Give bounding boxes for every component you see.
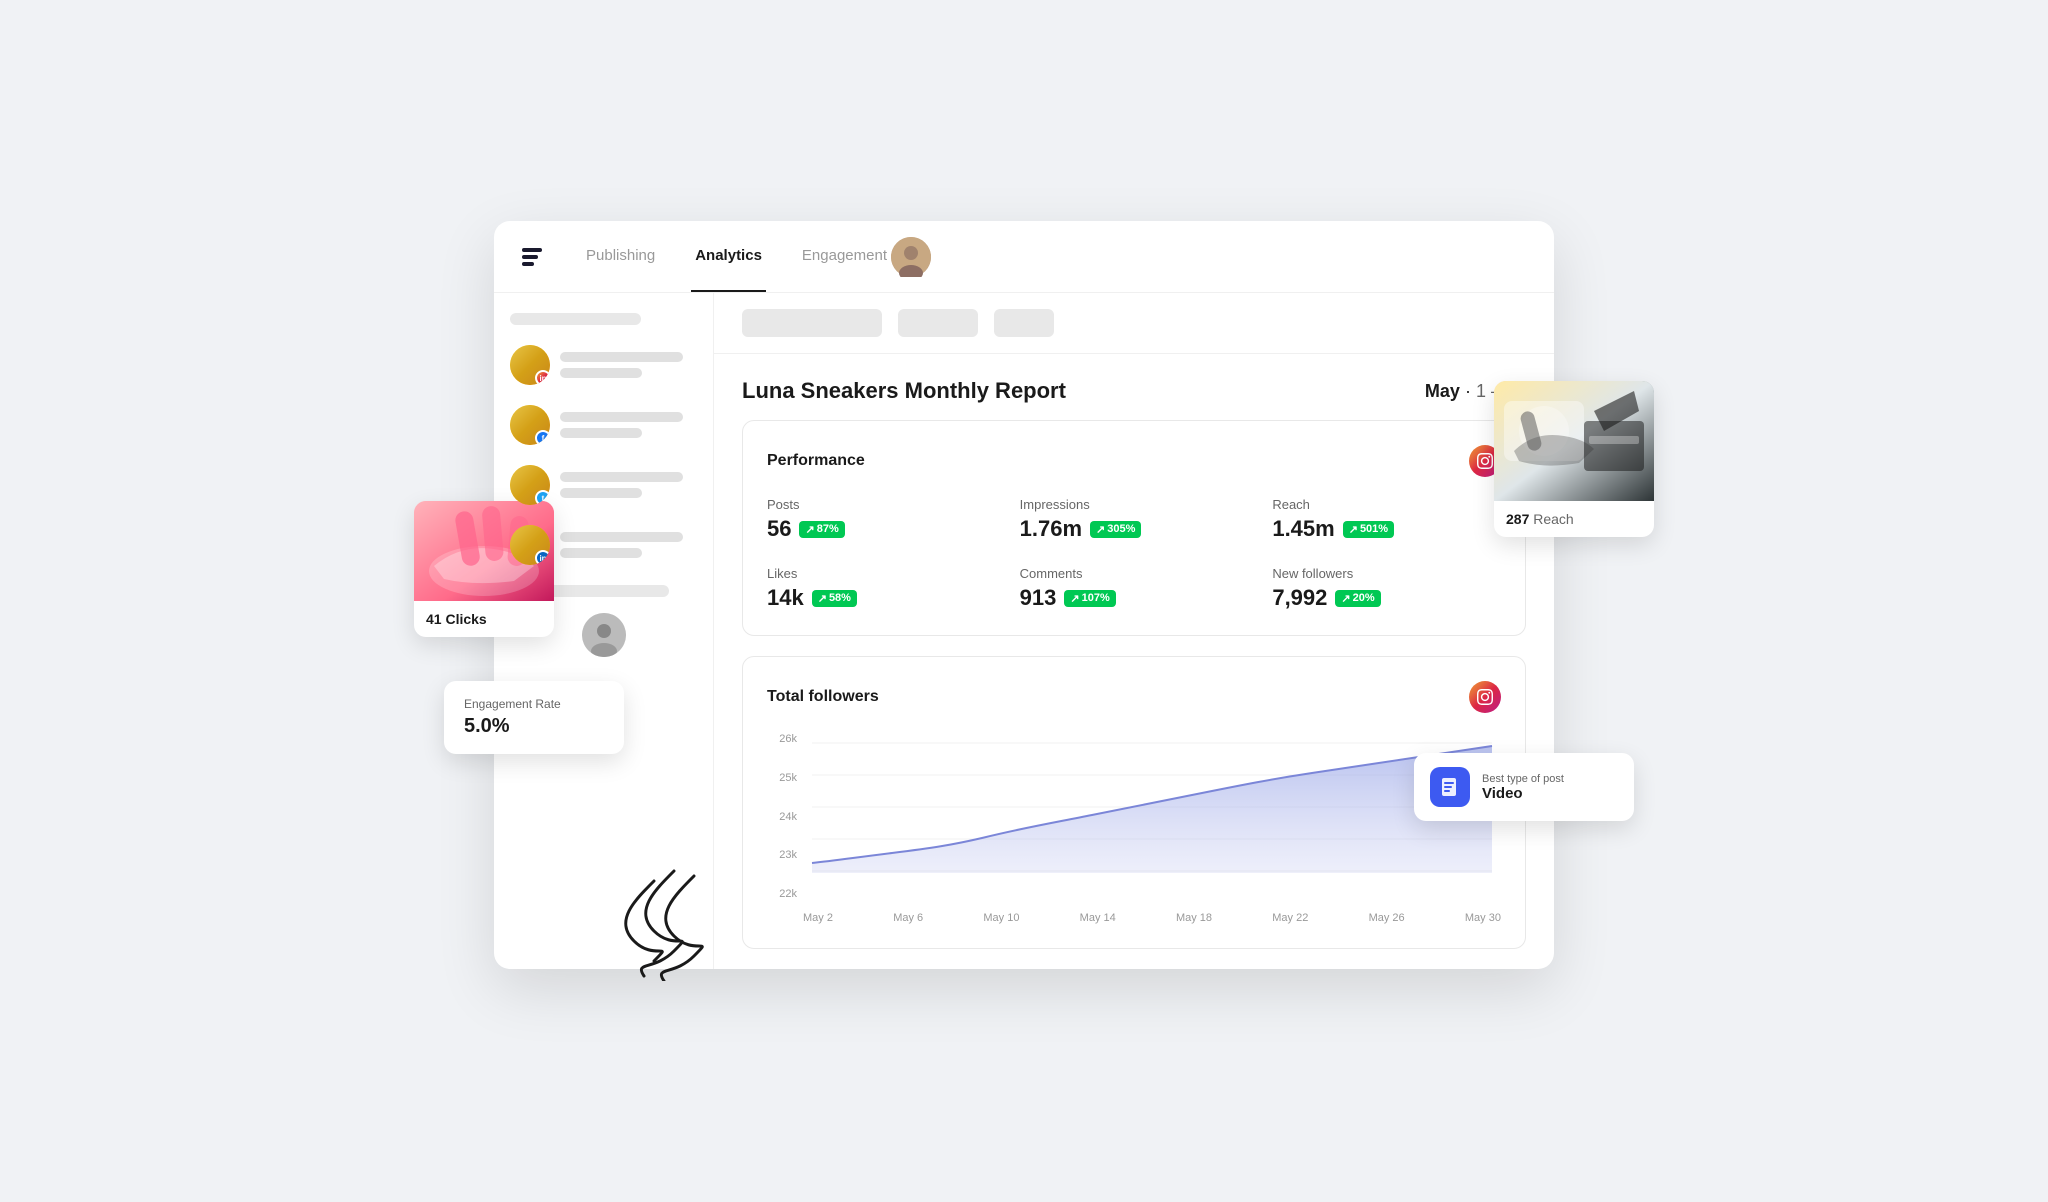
top-nav: Publishing Analytics Engagement	[494, 221, 1554, 293]
account-avatar-facebook: f	[510, 405, 550, 445]
chart-svg	[803, 733, 1501, 903]
tab-publishing[interactable]: Publishing	[582, 221, 659, 292]
twitter-badge: t	[535, 490, 550, 505]
metric-impressions-label: Impressions	[1020, 497, 1249, 512]
sidebar-account-instagram[interactable]: in	[510, 341, 697, 389]
instagram-badge: in	[535, 370, 550, 385]
metric-impressions: Impressions 1.76m 305%	[1020, 497, 1249, 542]
logo[interactable]	[522, 248, 542, 266]
report-title: Luna Sneakers Monthly Report	[742, 378, 1066, 404]
metric-posts-badge: 87%	[799, 521, 844, 538]
chart-body: May 2 May 6 May 10 May 14 May 18 May 22 …	[803, 733, 1501, 924]
linkedin-badge: in	[535, 550, 550, 565]
report-header: Luna Sneakers Monthly Report May · 1 – 3…	[714, 354, 1554, 420]
reach-card-image	[1494, 381, 1654, 501]
metrics-grid: Posts 56 87% Impressions 1.76m 305%	[767, 497, 1501, 611]
metric-posts-label: Posts	[767, 497, 996, 512]
chart-card: Total followers 26k 25k 2	[742, 656, 1526, 949]
metric-new-followers: New followers 7,992 20%	[1272, 566, 1501, 611]
metric-new-followers-badge: 20%	[1335, 590, 1380, 607]
best-post-card: Best type of post Video	[1414, 753, 1634, 821]
chart-x-axis: May 2 May 6 May 10 May 14 May 18 May 22 …	[803, 908, 1501, 924]
metric-impressions-badge: 305%	[1090, 521, 1141, 538]
metric-comments-value: 913	[1020, 585, 1057, 611]
performance-card: Performance Posts 56	[742, 420, 1526, 636]
metric-posts-value: 56	[767, 516, 791, 542]
engagement-rate-value: 5.0%	[464, 715, 604, 738]
sub-nav-skeleton-1	[742, 309, 882, 337]
account-avatar-linkedin: in	[510, 525, 550, 565]
engagement-rate-label: Engagement Rate	[464, 697, 604, 711]
best-post-text: Best type of post Video	[1482, 773, 1564, 802]
metric-comments-label: Comments	[1020, 566, 1249, 581]
sidebar-account-facebook[interactable]: f	[510, 401, 697, 449]
sidebar-account-twitter[interactable]: t	[510, 461, 697, 509]
chart-container: 26k 25k 24k 23k 22k	[767, 733, 1501, 924]
best-post-icon	[1430, 767, 1470, 807]
metric-comments: Comments 913 107%	[1020, 566, 1249, 611]
metric-likes-value: 14k	[767, 585, 804, 611]
chart-instagram-icon	[1469, 681, 1501, 713]
sidebar-user-avatar[interactable]	[582, 613, 626, 657]
engagement-card: Engagement Rate 5.0%	[444, 681, 624, 754]
metric-new-followers-value: 7,992	[1272, 585, 1327, 611]
tab-analytics[interactable]: Analytics	[691, 221, 766, 292]
metric-likes: Likes 14k 58%	[767, 566, 996, 611]
sub-nav	[714, 293, 1554, 354]
nav-tabs: Publishing Analytics Engagement	[582, 221, 891, 292]
tab-engagement[interactable]: Engagement	[798, 221, 891, 292]
metric-reach: Reach 1.45m 501%	[1272, 497, 1501, 542]
sub-nav-skeleton-2	[898, 309, 978, 337]
sub-nav-skeleton-3	[994, 309, 1054, 337]
metric-likes-label: Likes	[767, 566, 996, 581]
account-avatar-twitter: t	[510, 465, 550, 505]
metric-likes-badge: 58%	[812, 590, 857, 607]
metric-reach-label: Reach	[1272, 497, 1501, 512]
metric-new-followers-label: New followers	[1272, 566, 1501, 581]
clicks-card: 41 Clicks	[414, 501, 554, 637]
clicks-label: 41 Clicks	[414, 601, 554, 637]
performance-card-title: Performance	[767, 452, 865, 470]
metric-posts: Posts 56 87%	[767, 497, 996, 542]
metric-comments-badge: 107%	[1064, 590, 1115, 607]
sidebar-skeleton-1	[510, 313, 641, 325]
chart-card-header: Total followers	[767, 681, 1501, 713]
reach-card: 287 Reach	[1494, 381, 1654, 537]
main-panel: Luna Sneakers Monthly Report May · 1 – 3…	[714, 293, 1554, 969]
performance-card-header: Performance	[767, 445, 1501, 477]
reach-label: 287 Reach	[1494, 501, 1654, 537]
app-window: Publishing Analytics Engagement	[494, 221, 1554, 969]
chart-title: Total followers	[767, 688, 879, 706]
metric-impressions-value: 1.76m	[1020, 516, 1082, 542]
decorative-squiggle	[574, 861, 774, 981]
metric-reach-value: 1.45m	[1272, 516, 1334, 542]
facebook-badge: f	[535, 430, 550, 445]
metric-reach-badge: 501%	[1343, 521, 1394, 538]
user-avatar[interactable]	[891, 237, 931, 277]
account-avatar-instagram: in	[510, 345, 550, 385]
sidebar-account-linkedin[interactable]: in	[510, 521, 697, 569]
